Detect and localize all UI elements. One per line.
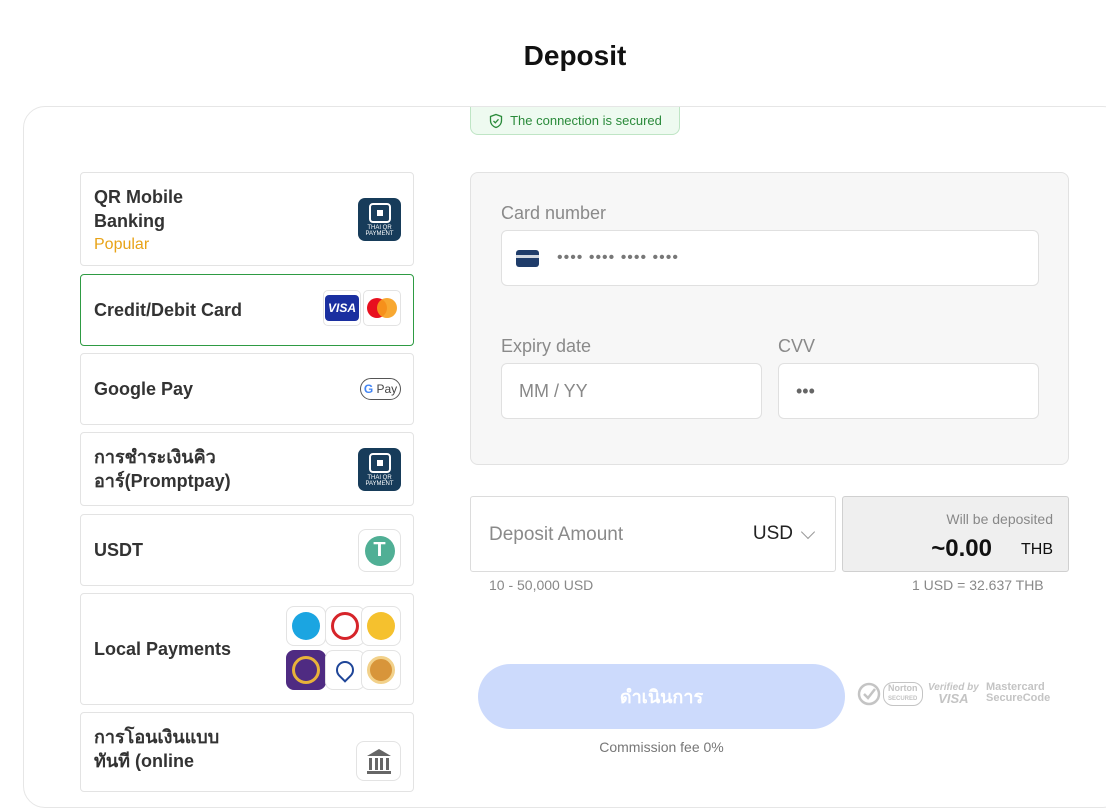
method-label: USDT: [94, 540, 143, 560]
method-label: Google Pay: [94, 379, 194, 399]
norton-secured-seal: Norton SECURED: [857, 682, 923, 706]
mastercard-securecode-seal: Mastercard SecureCode: [986, 682, 1050, 704]
kasikorn-bank-icon: [325, 606, 365, 646]
page-title: Deposit: [523, 40, 627, 71]
expiry-placeholder: MM / YY: [519, 380, 588, 401]
credit-card-icon: [516, 249, 539, 267]
gsb-bank-icon: [361, 650, 401, 690]
mastercard-icon: [363, 290, 401, 326]
will-be-deposited-label: Will be deposited: [946, 511, 1053, 527]
method-promptpay[interactable]: การชำระเงินคิว อาร์(Promptpay) THAI QR P…: [80, 432, 414, 506]
thai-qr-payment-text: THAI QR PAYMENT: [365, 224, 394, 237]
exchange-rate: 1 USD = 32.637 THB: [912, 577, 1044, 593]
popular-tag: Popular: [94, 236, 150, 253]
krungsri-bank-icon: [361, 606, 401, 646]
cvv-label: CVV: [778, 336, 816, 356]
bangkok-bank-icon: [325, 650, 365, 690]
method-label: การชำระเงินคิว อาร์(Promptpay): [94, 445, 231, 493]
method-label: การโอนเงินแบบ ทันที (online: [94, 725, 219, 773]
gpay-icon: G Pay: [360, 378, 401, 400]
norton-sub-text: SECURED: [888, 696, 918, 702]
thai-qr-payment-icon: THAI QR PAYMENT: [358, 198, 401, 241]
thai-qr-payment-icon: THAI QR PAYMENT: [358, 448, 401, 491]
will-be-deposited-box: Will be deposited ~0.00 THB: [842, 496, 1069, 572]
chevron-down-icon: [800, 524, 816, 539]
visa-icon: VISA: [323, 290, 361, 326]
method-label: Credit/Debit Card: [94, 300, 243, 320]
method-local-payments[interactable]: Local Payments: [80, 593, 414, 705]
method-label-line2: อาร์(Promptpay): [94, 471, 231, 491]
expiry-input[interactable]: MM / YY: [501, 363, 762, 419]
shield-check-icon: [489, 113, 503, 128]
tether-symbol: T: [364, 535, 395, 566]
scb-bank-icon: [286, 650, 326, 690]
gpay-pay-text: Pay: [376, 382, 398, 396]
bank-building-icon: [356, 741, 401, 781]
card-number-input[interactable]: •••• •••• •••• ••••: [501, 230, 1039, 286]
method-google-pay[interactable]: Google Pay G Pay: [80, 353, 414, 425]
method-credit-debit-card[interactable]: Credit/Debit Card VISA: [80, 274, 414, 346]
method-label-line2: Banking: [94, 211, 166, 231]
cvv-input[interactable]: •••: [778, 363, 1039, 419]
norton-text: Norton: [888, 683, 918, 693]
verified-by-visa-seal: Verified by VISA: [928, 682, 979, 706]
cvv-placeholder: •••: [796, 380, 815, 401]
deposit-preview-value: ~0.00: [931, 535, 992, 562]
method-online-transfer[interactable]: การโอนเงินแบบ ทันที (online: [80, 712, 414, 792]
visa-verified-line2: VISA: [938, 691, 969, 706]
gpay-g-text: G: [363, 382, 374, 396]
proceed-button[interactable]: ดำเนินการ: [478, 664, 845, 729]
deposit-amount-input[interactable]: Deposit Amount USD: [470, 496, 836, 572]
norton-check-icon: [857, 682, 881, 706]
method-label: QR Mobile Banking Popular: [94, 185, 183, 257]
card-number-label: Card number: [501, 203, 607, 223]
thai-qr-payment-text: THAI QR PAYMENT: [365, 474, 394, 487]
method-label-line1: การชำระเงินคิว: [94, 447, 216, 467]
card-form-panel: Card number •••• •••• •••• •••• Expiry d…: [470, 172, 1069, 465]
currency-value: USD: [752, 523, 793, 544]
method-label: Local Payments: [94, 639, 232, 659]
amount-range-hint: 10 - 50,000 USD: [489, 577, 594, 593]
expiry-label: Expiry date: [501, 336, 592, 356]
deposit-preview-currency: THB: [1021, 541, 1053, 558]
tether-icon: T: [358, 529, 401, 572]
deposit-amount-label: Deposit Amount: [489, 524, 624, 545]
method-label-line1: QR Mobile: [94, 187, 183, 207]
method-usdt[interactable]: USDT T: [80, 514, 414, 586]
secure-connection-badge: The connection is secured: [470, 107, 680, 135]
secure-connection-text: The connection is secured: [510, 113, 662, 128]
card-brand-icons: VISA: [323, 290, 401, 326]
commission-fee: Commission fee 0%: [599, 739, 724, 755]
method-qr-mobile-banking[interactable]: QR Mobile Banking Popular THAI QR PAYMEN…: [80, 172, 414, 266]
krungthai-bank-icon: [286, 606, 326, 646]
visa-text: VISA: [325, 295, 359, 321]
currency-select[interactable]: USD: [752, 523, 816, 545]
card-number-placeholder: •••• •••• •••• ••••: [557, 249, 679, 266]
method-label-line2: ทันที (online: [94, 751, 195, 771]
mastercard-line2: SecureCode: [986, 692, 1051, 704]
method-label-line1: การโอนเงินแบบ: [94, 727, 220, 747]
